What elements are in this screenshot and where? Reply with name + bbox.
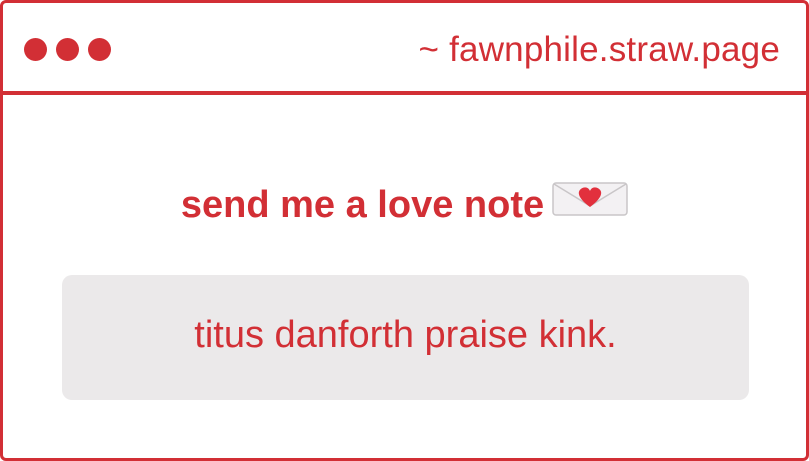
love-letter-icon	[552, 182, 628, 226]
browser-window: ~ fawnphile.straw.page send me a love no…	[0, 0, 809, 461]
page-content: send me a love note titus danforth prais…	[3, 95, 806, 458]
site-url: ~ fawnphile.straw.page	[418, 30, 780, 69]
window-controls	[24, 38, 111, 61]
maximize-dot-icon[interactable]	[88, 38, 111, 61]
love-note-card: titus danforth praise kink.	[62, 275, 749, 400]
heading-text: send me a love note	[180, 184, 545, 226]
close-dot-icon[interactable]	[24, 38, 47, 61]
page-heading: send me a love note	[3, 182, 806, 227]
love-note-text: titus danforth praise kink.	[194, 314, 617, 356]
title-bar: ~ fawnphile.straw.page	[3, 3, 806, 95]
minimize-dot-icon[interactable]	[56, 38, 79, 61]
